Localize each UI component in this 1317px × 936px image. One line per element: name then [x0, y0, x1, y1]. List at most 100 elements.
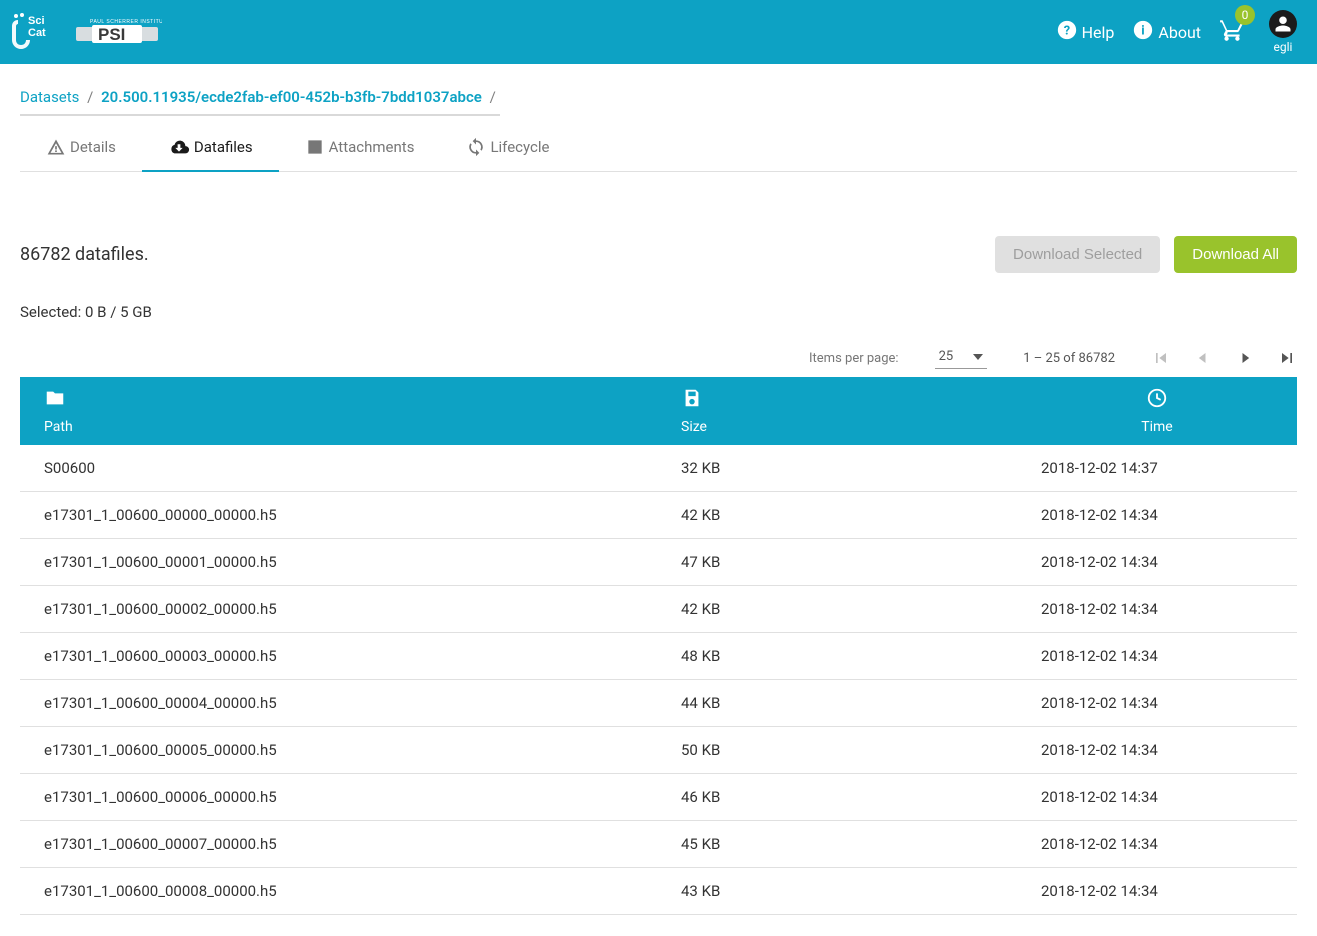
items-per-page-select[interactable]: 25 [935, 347, 988, 369]
table-header-path[interactable]: Path [20, 377, 657, 445]
cell-time: 2018-12-02 14:34 [1017, 633, 1297, 680]
avatar [1269, 10, 1297, 38]
tab-details[interactable]: Details [20, 122, 142, 172]
clock-icon [1146, 387, 1168, 413]
cell-size: 32 KB [657, 445, 1017, 492]
image-icon [305, 137, 325, 157]
next-page-button[interactable] [1235, 348, 1255, 368]
cell-size: 45 KB [657, 821, 1017, 868]
table-row[interactable]: e17301_1_00600_00004_00000.h544 KB2018-1… [20, 680, 1297, 727]
breadcrumb-current[interactable]: 20.500.11935/ecde2fab-ef00-452b-b3fb-7bd… [101, 88, 482, 106]
cell-path: e17301_1_00600_00007_00000.h5 [20, 821, 657, 868]
first-page-button[interactable] [1151, 348, 1171, 368]
items-per-page-label: Items per page: [809, 351, 899, 366]
cell-size: 47 KB [657, 539, 1017, 586]
table-row[interactable]: e17301_1_00600_00003_00000.h548 KB2018-1… [20, 633, 1297, 680]
download-all-button[interactable]: Download All [1174, 236, 1297, 273]
cell-path: e17301_1_00600_00001_00000.h5 [20, 539, 657, 586]
username: egli [1274, 40, 1293, 54]
datafiles-table: Path Size Time [20, 377, 1297, 915]
page-range: 1 – 25 of 86782 [1023, 351, 1115, 366]
svg-text:Sci: Sci [28, 15, 45, 27]
tab-attachments[interactable]: Attachments [279, 122, 441, 172]
tab-bar: Details Datafiles Attachments Lifecycle [20, 122, 1297, 172]
table-row[interactable]: e17301_1_00600_00001_00000.h547 KB2018-1… [20, 539, 1297, 586]
tab-label: Lifecycle [490, 138, 549, 156]
cell-size: 42 KB [657, 586, 1017, 633]
help-link[interactable]: ? Help [1056, 19, 1115, 45]
cell-path: e17301_1_00600_00000_00000.h5 [20, 492, 657, 539]
table-row[interactable]: e17301_1_00600_00000_00000.h542 KB2018-1… [20, 492, 1297, 539]
cell-size: 43 KB [657, 868, 1017, 915]
cloud-download-icon [168, 136, 190, 158]
cell-path: e17301_1_00600_00004_00000.h5 [20, 680, 657, 727]
breadcrumb-separator: / [486, 88, 500, 106]
tab-datafiles[interactable]: Datafiles [142, 122, 279, 172]
cell-time: 2018-12-02 14:34 [1017, 821, 1297, 868]
svg-text:?: ? [1063, 24, 1069, 39]
tab-label: Details [70, 138, 116, 156]
svg-text:i: i [1142, 24, 1145, 39]
tab-lifecycle[interactable]: Lifecycle [440, 122, 575, 172]
breadcrumb: Datasets / 20.500.11935/ecde2fab-ef00-45… [20, 88, 500, 116]
table-header-time[interactable]: Time [1017, 377, 1297, 445]
cell-size: 42 KB [657, 492, 1017, 539]
psi-logo[interactable]: PAUL SCHERRER INSTITUT PSI [76, 15, 162, 49]
chevron-down-icon [973, 349, 983, 364]
table-row[interactable]: e17301_1_00600_00008_00000.h543 KB2018-1… [20, 868, 1297, 915]
prev-page-button[interactable] [1193, 348, 1213, 368]
info-icon: i [1132, 19, 1154, 45]
cell-time: 2018-12-02 14:34 [1017, 774, 1297, 821]
breadcrumb-separator: / [83, 88, 97, 106]
items-per-page-value: 25 [939, 349, 954, 364]
cell-size: 50 KB [657, 727, 1017, 774]
cell-time: 2018-12-02 14:34 [1017, 727, 1297, 774]
logo-group: Sci Cat PAUL SCHERRER INSTITUT PSI [10, 12, 162, 52]
cell-path: e17301_1_00600_00008_00000.h5 [20, 868, 657, 915]
tab-label: Datafiles [194, 138, 253, 156]
cell-time: 2018-12-02 14:34 [1017, 539, 1297, 586]
table-header-size[interactable]: Size [657, 377, 1017, 445]
cell-path: S00600 [20, 445, 657, 492]
cell-path: e17301_1_00600_00003_00000.h5 [20, 633, 657, 680]
table-header-label: Path [44, 419, 73, 435]
about-link[interactable]: i About [1132, 19, 1201, 45]
user-menu[interactable]: egli [1269, 10, 1297, 54]
about-label: About [1158, 23, 1201, 42]
cell-size: 44 KB [657, 680, 1017, 727]
table-row[interactable]: e17301_1_00600_00006_00000.h546 KB2018-1… [20, 774, 1297, 821]
scicat-logo[interactable]: Sci Cat [10, 12, 62, 52]
cell-path: e17301_1_00600_00005_00000.h5 [20, 727, 657, 774]
svg-text:PSI: PSI [98, 25, 125, 44]
cell-time: 2018-12-02 14:34 [1017, 492, 1297, 539]
cell-size: 48 KB [657, 633, 1017, 680]
app-header: Sci Cat PAUL SCHERRER INSTITUT PSI [0, 0, 1317, 64]
cell-path: e17301_1_00600_00006_00000.h5 [20, 774, 657, 821]
cell-time: 2018-12-02 14:34 [1017, 680, 1297, 727]
cart-button[interactable]: 0 [1219, 17, 1245, 47]
cell-time: 2018-12-02 14:37 [1017, 445, 1297, 492]
last-page-button[interactable] [1277, 348, 1297, 368]
save-icon [681, 387, 703, 413]
table-header-label: Time [1141, 419, 1172, 435]
table-row[interactable]: S0060032 KB2018-12-02 14:37 [20, 445, 1297, 492]
table-row[interactable]: e17301_1_00600_00007_00000.h545 KB2018-1… [20, 821, 1297, 868]
table-header-label: Size [681, 419, 707, 435]
breadcrumb-root[interactable]: Datasets [20, 88, 79, 106]
help-label: Help [1082, 23, 1115, 42]
download-selected-button[interactable]: Download Selected [995, 236, 1160, 273]
cell-size: 46 KB [657, 774, 1017, 821]
sync-icon [466, 137, 486, 157]
help-icon: ? [1056, 19, 1078, 45]
table-row[interactable]: e17301_1_00600_00002_00000.h542 KB2018-1… [20, 586, 1297, 633]
table-row[interactable]: e17301_1_00600_00005_00000.h550 KB2018-1… [20, 727, 1297, 774]
svg-text:Cat: Cat [28, 27, 46, 39]
cell-time: 2018-12-02 14:34 [1017, 586, 1297, 633]
tab-label: Attachments [329, 138, 415, 156]
cell-path: e17301_1_00600_00002_00000.h5 [20, 586, 657, 633]
selected-size-text: Selected: 0 B / 5 GB [20, 303, 1297, 321]
cart-badge: 0 [1235, 5, 1255, 25]
paginator: Items per page: 25 1 – 25 of 86782 [20, 347, 1297, 369]
warning-triangle-icon [46, 137, 66, 157]
datafile-count: 86782 datafiles. [20, 244, 149, 265]
